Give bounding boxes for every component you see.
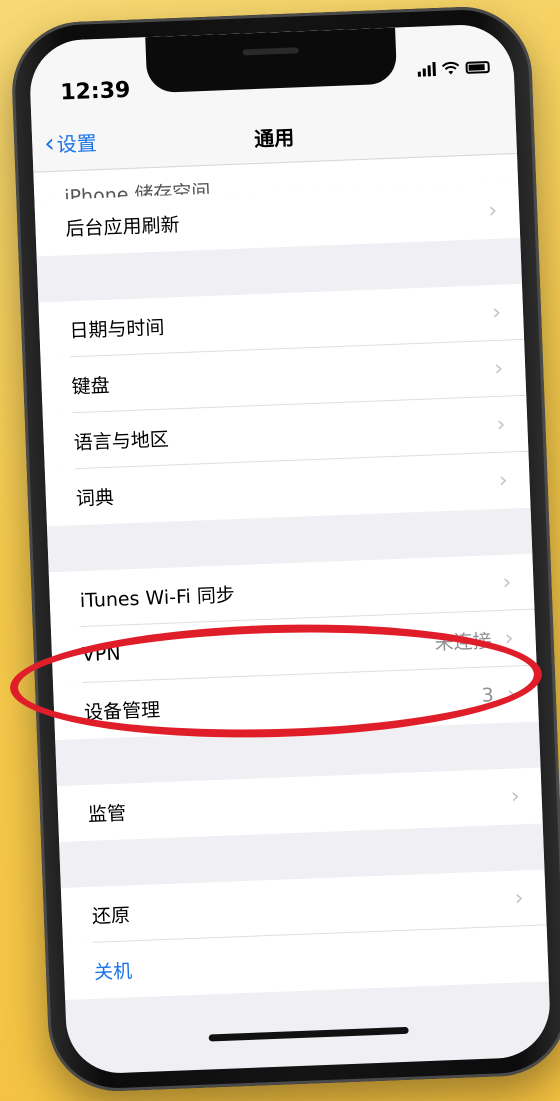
chevron-right-icon: › <box>496 412 506 438</box>
wifi-icon <box>441 61 460 75</box>
chevron-right-icon: › <box>510 783 521 810</box>
list-item-label: 设备管理 <box>83 698 161 724</box>
list-item-label: 语言与地区 <box>73 428 170 454</box>
phone-frame: 12:39 ‹ 设置 通用 iPhone 储存空间 后台应用刷新 › 日期与时间… <box>9 4 560 1094</box>
chevron-right-icon: › <box>504 625 515 652</box>
list-item-label: iTunes Wi-Fi 同步 <box>79 583 236 612</box>
chevron-right-icon: › <box>493 356 504 382</box>
chevron-right-icon: › <box>514 885 525 912</box>
page-title: 通用 <box>253 125 295 152</box>
signal-icon <box>417 62 436 77</box>
list-item-label: 还原 <box>91 903 131 928</box>
list-item-detail: 3 <box>481 684 495 707</box>
list-item-label: 后台应用刷新 <box>65 213 180 240</box>
list-item-label: 键盘 <box>71 374 111 398</box>
photo-background: 12:39 ‹ 设置 通用 iPhone 储存空间 后台应用刷新 › 日期与时间… <box>0 0 560 1101</box>
list-item-label: 关机 <box>93 959 133 984</box>
settings-list: iPhone 储存空间 后台应用刷新 › 日期与时间 › 键盘 › 语言与地区 <box>33 153 551 1075</box>
battery-icon <box>465 60 490 74</box>
speaker-grille <box>242 47 299 56</box>
chevron-right-icon: › <box>498 468 509 494</box>
chevron-right-icon: › <box>506 681 517 708</box>
status-icons <box>417 60 490 77</box>
notch <box>145 27 398 94</box>
list-item-label: 日期与时间 <box>69 316 165 342</box>
phone-screen: 12:39 ‹ 设置 通用 iPhone 储存空间 后台应用刷新 › 日期与时间… <box>28 23 552 1075</box>
list-item-label: 词典 <box>75 486 115 510</box>
list-item-label: 监管 <box>87 801 127 826</box>
status-time: 12:39 <box>59 77 131 106</box>
chevron-right-icon: › <box>487 198 498 224</box>
chevron-right-icon: › <box>502 570 512 596</box>
chevron-right-icon: › <box>491 300 502 326</box>
list-item-detail: 未连接 <box>434 629 493 655</box>
list-item-label: VPN <box>81 642 121 667</box>
